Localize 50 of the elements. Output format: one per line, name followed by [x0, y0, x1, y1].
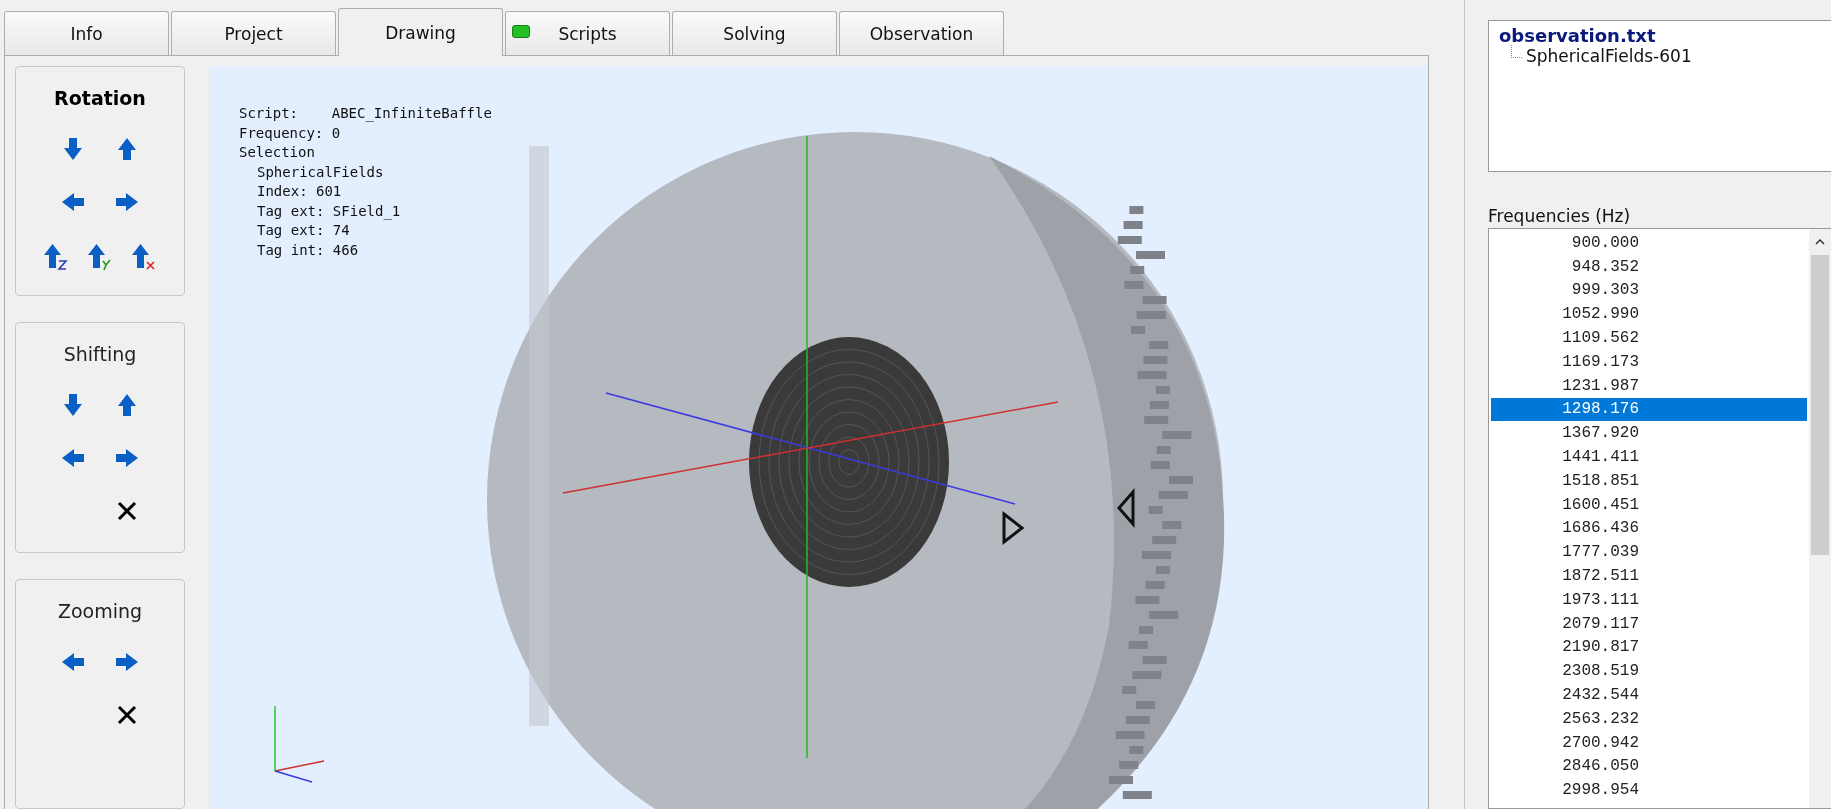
info-text: Index: 601: [256, 182, 343, 201]
info-text: Selection: [239, 143, 316, 162]
list-item[interactable]: 1298.176: [1491, 397, 1807, 422]
tab[interactable]: Solving: [672, 11, 837, 55]
group-title: Rotation: [54, 87, 146, 109]
scroll-up-icon[interactable]: [1815, 239, 1825, 245]
list-item[interactable]: 2700.942: [1491, 730, 1807, 755]
list-item[interactable]: 900.000: [1491, 231, 1807, 255]
info-text: Tag ext: SField_1: [256, 201, 402, 221]
list-item[interactable]: 1872.511: [1491, 564, 1807, 588]
tab[interactable]: Observation: [839, 11, 1004, 55]
list-item[interactable]: 1777.039: [1491, 540, 1807, 565]
group-title: Zooming: [57, 599, 143, 622]
list-item[interactable]: 1600.451: [1491, 492, 1807, 517]
list-item[interactable]: 1518.851: [1491, 468, 1807, 493]
list-item[interactable]: 1109.562: [1491, 326, 1807, 350]
list-item[interactable]: 2563.232: [1491, 706, 1807, 731]
scrollbar-thumb[interactable]: [1811, 255, 1829, 555]
viewport-3d[interactable]: Script: ABEC_InfiniteBaffle Frequency: 0 Selection SphericalFields Index: 601 Tag ext: SField_1 Tag ext: 74 Tag int: 466: [209, 66, 1428, 809]
scrollbar[interactable]: [1809, 229, 1831, 808]
list-item[interactable]: 948.352: [1491, 254, 1807, 279]
info-text: Script: ABEC_InfiniteBaffle: [239, 104, 492, 124]
tab[interactable]: Info: [4, 11, 169, 55]
list-item[interactable]: 2846.050: [1491, 754, 1807, 779]
list-item[interactable]: 1052.990: [1491, 302, 1807, 327]
list-label: Frequencies (Hz): [1488, 206, 1632, 226]
list-item[interactable]: 2998.954: [1491, 778, 1807, 803]
marker-drawing: [1002, 510, 1025, 546]
info-text: SphericalFields: [256, 162, 385, 182]
tab[interactable]: Scripts: [505, 11, 670, 55]
group-title: Shifting: [63, 343, 137, 366]
tree-item[interactable]: observation.txt: [1499, 25, 1831, 46]
list-item[interactable]: 2079.117: [1491, 611, 1807, 636]
list-item[interactable]: 2308.519: [1491, 659, 1807, 684]
marker-drawing: [1117, 488, 1135, 528]
list-item[interactable]: 2432.544: [1491, 683, 1807, 707]
tab[interactable]: Drawing: [338, 8, 503, 56]
info-text: Tag int: 466: [256, 240, 360, 260]
list-item[interactable]: 2190.817: [1491, 635, 1807, 660]
info-text: Frequency: 0: [239, 123, 342, 143]
list-item[interactable]: 1973.111: [1491, 587, 1807, 612]
list-item[interactable]: 1441.411: [1491, 445, 1807, 469]
tab[interactable]: Project: [171, 11, 336, 55]
list-item[interactable]: 999.303: [1491, 278, 1807, 303]
list-item[interactable]: 1367.920: [1491, 421, 1807, 446]
info-text: Tag ext: 74: [256, 221, 351, 240]
list-item[interactable]: 1169.173: [1491, 350, 1807, 374]
list-item[interactable]: 1231.987: [1491, 373, 1807, 398]
tree-item[interactable]: SphericalFields-601: [1526, 46, 1692, 66]
list-item[interactable]: 1686.436: [1491, 516, 1807, 541]
